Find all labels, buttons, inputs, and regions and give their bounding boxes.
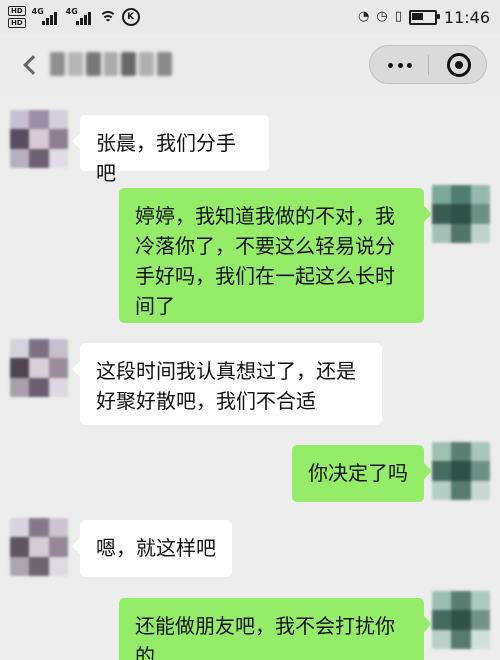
hd-badges: HD HD	[8, 6, 26, 28]
message-text: 张晨，我们分手吧	[96, 131, 236, 185]
right-avatar	[432, 442, 490, 500]
right-avatar	[432, 185, 490, 243]
chat-area[interactable]: 张晨，我们分手吧 婷婷，我知道我做的不对，我冷落你了，不要这么轻易说分手好吗，我…	[0, 96, 500, 660]
k-badge-icon: K	[121, 8, 140, 26]
message-right-1: 婷婷，我知道我做的不对，我冷落你了，不要这么轻易说分手好吗，我们在一起这么长时间…	[119, 188, 432, 323]
message-text: 你决定了吗	[308, 461, 408, 485]
message-left-2: 这段时间我认真想过了，还是好聚好散吧，我们不合适	[72, 343, 382, 425]
left-avatar	[10, 339, 68, 397]
wifi-icon	[98, 11, 117, 23]
message-text: 这段时间我认真想过了，还是好聚好散吧，我们不合适	[96, 359, 356, 413]
status-bar: HD HD 4G 4G K ◔ ◷ ▯ 11:46	[0, 0, 500, 34]
mini-program-capsule[interactable]	[369, 45, 487, 84]
hd-badge-1: HD	[8, 6, 26, 16]
battery-fill	[411, 12, 423, 20]
message-text: 还能做朋友吧，我不会打扰你的	[135, 614, 395, 660]
right-avatar	[432, 591, 490, 649]
hd-badge-2: HD	[8, 18, 26, 28]
signal-icon-1: 4G	[32, 7, 60, 27]
message-right-2: 你决定了吗	[292, 445, 432, 502]
battery-icon	[408, 9, 440, 25]
message-left-3: 嗯，就这样吧	[72, 520, 232, 577]
status-time: 11:46	[443, 7, 490, 27]
signal-label-1: 4G	[31, 7, 44, 16]
signal-label-2: 4G	[65, 7, 78, 16]
chat-header	[0, 34, 500, 96]
signal-bar	[49, 15, 53, 25]
close-icon[interactable]	[447, 53, 471, 77]
status-right: ◔ ◷ ▯ 11:46	[358, 4, 490, 30]
wechat-chat-screen: HD HD 4G 4G K ◔ ◷ ▯ 11:46 张晨，我们分手吧 婷婷，我知…	[0, 0, 500, 660]
status-left: HD HD 4G 4G K	[8, 4, 140, 30]
headset-icon: ◔	[358, 9, 370, 24]
capsule-divider	[428, 55, 429, 75]
signal-bar	[45, 18, 49, 25]
message-right-3: 还能做朋友吧，我不会打扰你的	[119, 598, 432, 660]
vibrate-icon: ▯	[394, 9, 402, 24]
message-text: 嗯，就这样吧	[96, 536, 216, 560]
signal-bar	[83, 15, 87, 25]
signal-bar	[41, 21, 45, 25]
back-icon[interactable]	[20, 55, 40, 75]
message-left-1: 张晨，我们分手吧	[72, 115, 269, 185]
left-avatar	[10, 518, 68, 576]
signal-bar	[75, 21, 79, 25]
signal-bar	[79, 18, 83, 25]
message-text: 婷婷，我知道我做的不对，我冷落你了，不要这么轻易说分手好吗，我们在一起这么长时间…	[135, 204, 395, 318]
alarm-icon: ◷	[376, 9, 388, 24]
more-icon[interactable]	[388, 60, 412, 70]
signal-bar	[87, 12, 91, 25]
signal-icon-2: 4G	[66, 7, 94, 27]
signal-bar	[53, 12, 57, 25]
left-avatar	[10, 110, 68, 168]
blurred-contact-name	[50, 52, 173, 76]
